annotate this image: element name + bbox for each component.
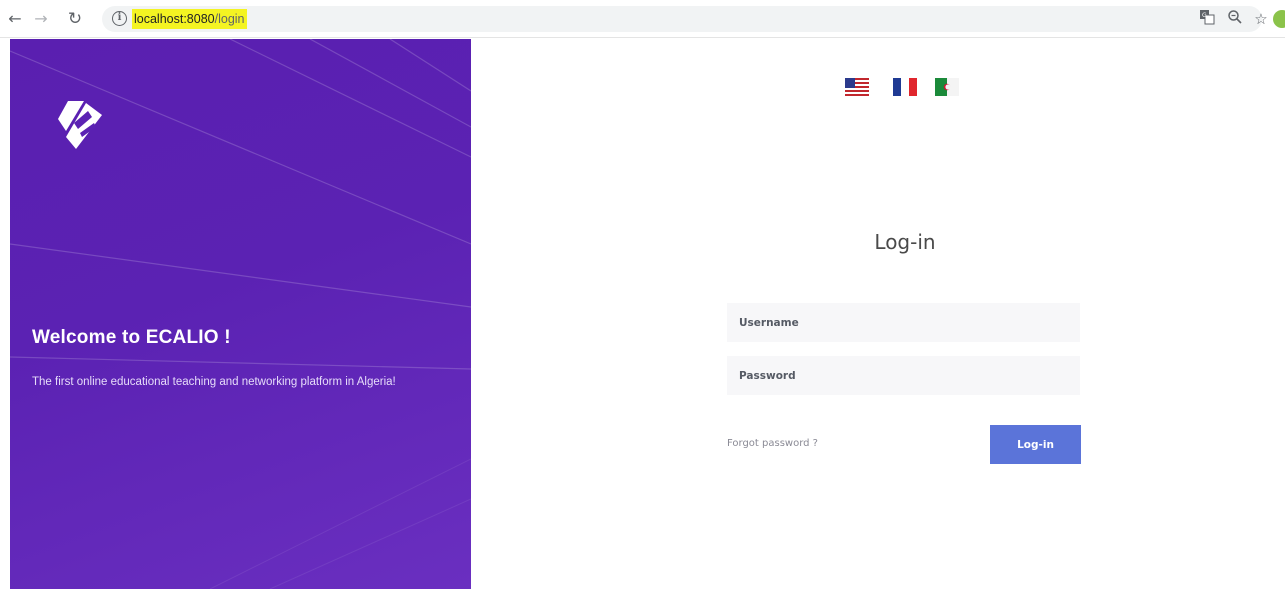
username-input[interactable] [727,303,1080,342]
zoom-icon[interactable] [1226,9,1244,29]
forward-arrow-icon[interactable]: → [32,9,50,29]
url-text[interactable]: localhost:8080/login [132,9,247,29]
svg-text:G: G [1202,12,1207,19]
password-input[interactable] [727,356,1080,395]
welcome-title: Welcome to ECALIO ! [32,327,231,348]
us-flag-icon[interactable] [845,78,869,96]
welcome-panel: Welcome to ECALIO ! The first online edu… [10,39,471,589]
profile-avatar[interactable] [1273,10,1285,28]
france-flag-icon[interactable] [893,78,917,96]
algeria-flag-icon[interactable] [935,78,959,96]
ecalio-logo-icon [58,101,102,149]
back-arrow-icon[interactable]: ← [6,9,24,29]
info-icon[interactable]: i [112,11,127,26]
login-title: Log-in [874,230,936,254]
forgot-password-link[interactable]: Forgot password ? [727,438,818,449]
star-icon[interactable]: ☆ [1252,9,1270,29]
translate-icon[interactable]: G [1198,9,1216,29]
browser-toolbar: ← → ↻ i localhost:8080/login G ☆ [0,0,1285,38]
url-host: localhost:8080 [134,12,215,26]
language-selector [845,78,965,100]
address-bar[interactable]: i localhost:8080/login [102,6,1262,32]
reload-icon[interactable]: ↻ [66,9,84,29]
url-path: /login [214,12,245,26]
login-button[interactable]: Log-in [990,425,1081,464]
welcome-subtitle: The first online educational teaching an… [32,376,396,388]
